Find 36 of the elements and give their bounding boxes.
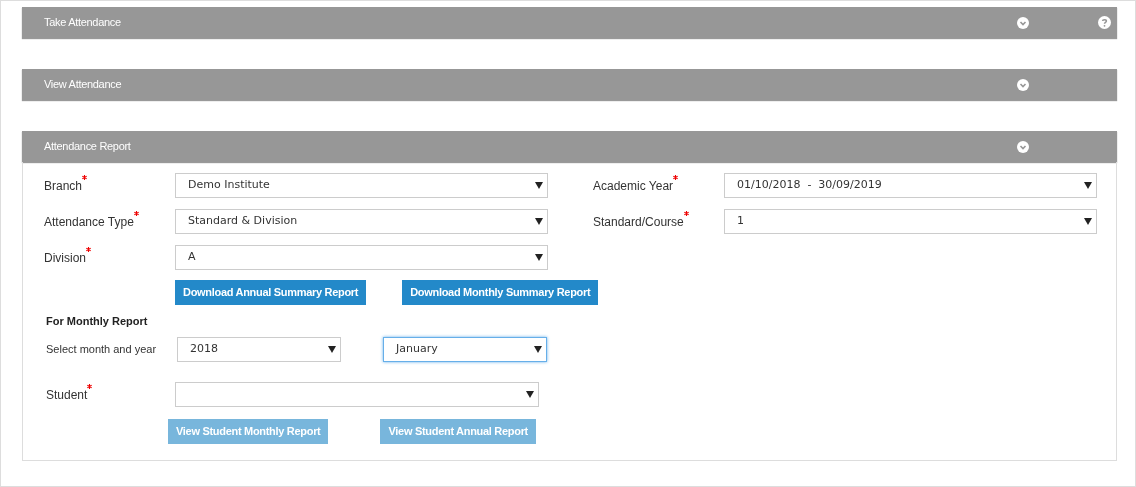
required-asterisk-icon — [82, 175, 88, 180]
field-label: Standard/Course — [593, 214, 689, 229]
field-label: Academic Year — [593, 178, 679, 193]
dropdown-arrow-icon — [534, 345, 542, 353]
dropdown-arrow-icon — [535, 254, 543, 261]
report-button[interactable]: Download Monthly Summary Report — [402, 280, 599, 305]
field-label: Branch — [44, 178, 88, 193]
dropdown-arrow-icon — [328, 345, 336, 353]
field-label: Select month and year — [45, 341, 158, 357]
dropdown-arrow-icon — [1084, 182, 1092, 189]
dropdown-arrow-icon — [1084, 218, 1092, 225]
required-asterisk-icon — [683, 211, 689, 216]
field-label: Attendance Type — [44, 214, 139, 229]
chevron-down-icon[interactable] — [1017, 78, 1029, 91]
section-heading: For Monthly Report — [46, 314, 149, 329]
required-asterisk-icon — [133, 211, 139, 216]
dropdown-select[interactable]: 01/10/2018 - 30/09/2019 — [724, 173, 1097, 198]
dropdown-arrow-icon — [535, 182, 543, 189]
required-asterisk-icon — [673, 175, 679, 180]
report-button[interactable]: Download Annual Summary Report — [175, 280, 367, 305]
chevron-down-icon[interactable] — [1017, 16, 1029, 29]
dropdown-arrow-icon — [526, 390, 534, 398]
dropdown-arrow-icon — [535, 218, 543, 225]
required-asterisk-icon — [87, 383, 93, 389]
field-label: Student — [46, 386, 93, 402]
required-asterisk-icon — [86, 247, 91, 252]
field-label: Division — [44, 250, 91, 265]
dropdown-select[interactable]: 2018 — [177, 336, 341, 362]
chevron-down-icon[interactable] — [1017, 140, 1029, 153]
dropdown-select[interactable]: January — [383, 336, 547, 362]
dropdown-select[interactable]: A — [175, 245, 548, 270]
dropdown-select[interactable]: Standard & Division — [175, 209, 548, 234]
dropdown-select[interactable]: Demo Institute — [175, 173, 548, 198]
help-icon[interactable] — [1098, 16, 1111, 29]
dropdown-select[interactable]: 1 — [724, 209, 1097, 234]
dropdown-select[interactable] — [175, 381, 539, 407]
